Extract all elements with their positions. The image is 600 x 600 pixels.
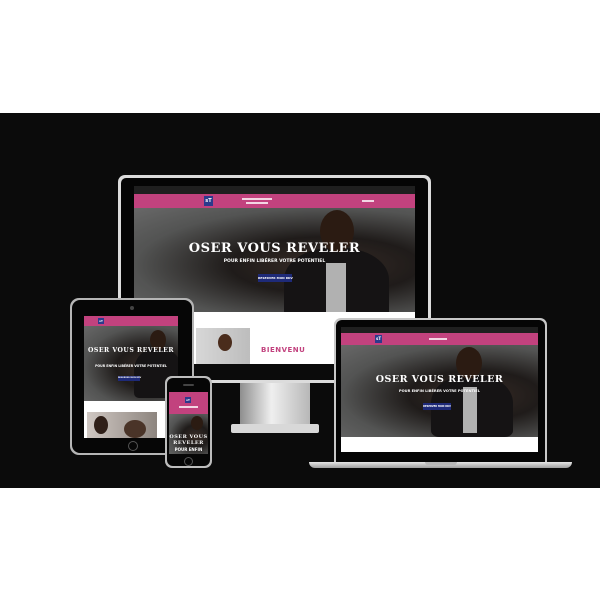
desktop-hero: OSER VOUS REVELER POUR ENFIN LIBÉRER VOT… (134, 208, 415, 312)
laptop-logo[interactable]: sT (375, 335, 382, 343)
tablet-cta-button[interactable]: RESERVER MON RDV (118, 376, 141, 381)
tablet-screen: sT OSER VOUS REVELER POUR ENFIN LIBÉRER … (84, 316, 178, 438)
laptop-hero: OSER VOUS REVELER POUR ENFIN LIBÉRER VOT… (341, 345, 538, 437)
phone-screen: sT OSER VOUS REVELER POUR ENFIN (169, 392, 208, 454)
desktop-stand-neck (240, 383, 310, 425)
phone-speaker (183, 384, 194, 386)
tablet-welcome-hair (124, 420, 146, 438)
phone-logo[interactable]: sT (185, 397, 191, 403)
tablet-logo[interactable]: sT (98, 318, 104, 324)
phone-header (169, 392, 208, 414)
tablet-hero: OSER VOUS REVELER POUR ENFIN LIBÉRER VOT… (84, 326, 178, 401)
desktop-header-phone (246, 202, 268, 204)
desktop-logo[interactable]: sT (204, 196, 213, 206)
phone-hero-subtitle: POUR ENFIN (174, 447, 203, 452)
desktop-hero-subtitle: POUR ENFIN LIBÉRER VOTRE POTENTIEL (223, 259, 326, 264)
desktop-welcome-face (218, 334, 232, 351)
laptop-cta-button[interactable]: RESERVER MON RDV (423, 403, 451, 410)
tablet-welcome-face (94, 416, 108, 434)
desktop-cta-button[interactable]: RESERVER MON RDV (258, 274, 293, 282)
desktop-welcome-title: BIENVENU (261, 346, 306, 354)
desktop-stand-base (231, 424, 319, 433)
desktop-hero-title: OSER VOUS REVELER (188, 241, 361, 256)
laptop-screen: sT OSER VOUS REVELER POUR ENFIN LIBÉRER … (341, 327, 538, 452)
desktop-menubar (134, 186, 415, 194)
laptop-hero-subtitle: POUR ENFIN LIBÉRER VOTRE POTENTIEL (398, 389, 481, 393)
desktop-header-info (242, 198, 272, 200)
home-button-icon[interactable] (128, 441, 138, 451)
laptop-hero-title: OSER VOUS REVELER (375, 374, 504, 385)
laptop-notch (425, 462, 457, 465)
tablet-hero-title: OSER VOUS REVELER (87, 347, 175, 354)
laptop-header-info (429, 338, 447, 340)
phone-header-info (179, 406, 198, 408)
desktop-header-link[interactable] (362, 200, 374, 202)
phone-hero: OSER VOUS REVELER POUR ENFIN (169, 414, 208, 454)
tablet-hero-subtitle: POUR ENFIN LIBÉRER VOTRE POTENTIEL (95, 364, 167, 368)
laptop-content-section (341, 437, 538, 452)
phone-hero-title-line2: REVELER (173, 440, 204, 446)
tablet-camera (130, 306, 134, 310)
phone-home-button-icon[interactable] (184, 457, 193, 466)
